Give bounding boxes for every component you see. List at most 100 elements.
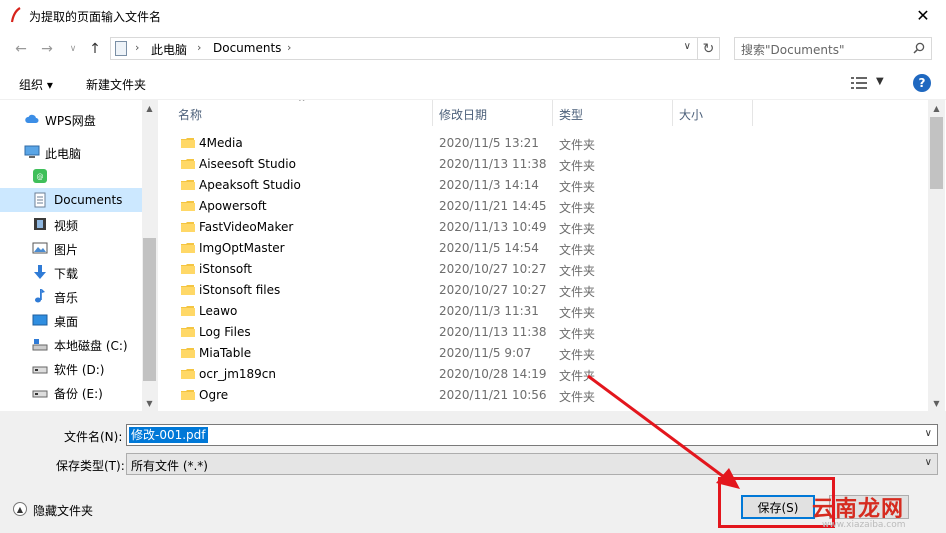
column-divider[interactable] — [672, 100, 673, 126]
table-row[interactable]: MiaTable 2020/11/5 9:07 文件夹 — [168, 343, 928, 364]
sidebar-item-documents[interactable]: Documents — [0, 188, 142, 212]
folder-icon — [181, 285, 195, 295]
sidebar-item-pictures[interactable]: 图片 — [0, 236, 142, 260]
sidebar-item-drive-e[interactable]: 备份 (E:) — [0, 380, 142, 404]
table-row[interactable]: iStonsoft files 2020/10/27 10:27 文件夹 — [168, 280, 928, 301]
breadcrumb-documents[interactable]: Documents — [213, 41, 281, 55]
close-button[interactable]: ✕ — [900, 0, 946, 31]
recent-dropdown-icon[interactable]: ∨ — [64, 40, 82, 58]
file-name: 4Media — [199, 136, 243, 150]
table-row[interactable]: 4Media 2020/11/5 13:21 文件夹 — [168, 133, 928, 154]
scrollbar-thumb[interactable] — [143, 238, 156, 381]
scroll-up-icon[interactable]: ▲ — [929, 101, 944, 116]
filename-label: 文件名(N): — [64, 430, 123, 444]
command-bar: 组织 ▾ 新建文件夹 ▼ ? — [0, 67, 946, 100]
column-divider[interactable] — [552, 100, 553, 126]
table-row[interactable]: ocr_jm189cn 2020/10/28 14:19 文件夹 — [168, 364, 928, 385]
sidebar-item-videos[interactable]: 视频 — [0, 212, 142, 236]
navigation-pane: WPS网盘 此电脑 @ Documents 视频 图片 下载 音乐 桌面 本地磁… — [0, 100, 157, 411]
view-details-icon[interactable] — [851, 77, 867, 89]
hide-folders-button[interactable]: 隐藏文件夹 — [33, 502, 93, 519]
table-row[interactable]: Aiseesoft Studio 2020/11/13 11:38 文件夹 — [168, 154, 928, 175]
sidebar-item-wps-drive[interactable]: WPS网盘 — [0, 107, 142, 131]
desktop-icon — [32, 314, 48, 326]
folder-icon — [181, 243, 195, 253]
table-row[interactable]: Apowersoft 2020/11/21 14:45 文件夹 — [168, 196, 928, 217]
sidebar-item-drive-d[interactable]: 软件 (D:) — [0, 356, 142, 380]
address-bar[interactable]: › 此电脑 › Documents › ∨ — [110, 37, 698, 60]
sidebar-item-label: 图片 — [54, 243, 79, 257]
file-name: iStonsoft — [199, 262, 252, 276]
column-header-date[interactable]: 修改日期 — [439, 100, 487, 126]
file-type: 文件夹 — [559, 306, 596, 320]
file-date: 2020/11/21 10:56 — [439, 388, 547, 402]
file-type: 文件夹 — [559, 243, 596, 257]
search-placeholder: 搜索"Documents" — [741, 43, 845, 57]
table-row[interactable]: Log Files 2020/11/13 11:38 文件夹 — [168, 322, 928, 343]
music-icon — [35, 289, 45, 303]
computer-icon — [24, 145, 40, 158]
table-row[interactable]: ImgOptMaster 2020/11/5 14:54 文件夹 — [168, 238, 928, 259]
up-arrow-icon[interactable]: ↑ — [86, 40, 104, 58]
sidebar-item-music[interactable]: 音乐 — [0, 284, 142, 308]
table-row[interactable]: FastVideoMaker 2020/11/13 10:49 文件夹 — [168, 217, 928, 238]
breadcrumb-separator: › — [287, 41, 292, 54]
sidebar-item-downloads[interactable]: 下载 — [0, 260, 142, 284]
column-header-type[interactable]: 类型 — [559, 100, 583, 126]
sidebar-item-this-pc[interactable]: 此电脑 — [0, 140, 142, 164]
scroll-up-icon[interactable]: ▲ — [142, 101, 157, 116]
filename-value[interactable]: 修改-001.pdf — [129, 427, 208, 443]
sidebar-item-wps-app[interactable]: @ — [0, 164, 142, 188]
search-input[interactable]: 搜索"Documents" — [734, 37, 932, 60]
table-row[interactable]: Leawo 2020/11/3 11:31 文件夹 — [168, 301, 928, 322]
sidebar-scrollbar[interactable]: ▲ ▼ — [142, 100, 157, 411]
column-header-name[interactable]: 名称 — [178, 100, 202, 126]
sidebar-item-label: WPS网盘 — [45, 114, 96, 128]
file-date: 2020/11/3 11:31 — [439, 304, 539, 318]
file-list-scrollbar[interactable]: ▲ ▼ — [928, 100, 945, 411]
file-name: Aiseesoft Studio — [199, 157, 296, 171]
file-date: 2020/10/27 10:27 — [439, 283, 547, 297]
view-dropdown-icon[interactable]: ▼ — [876, 76, 884, 87]
filename-input[interactable]: 修改-001.pdf ∨ — [126, 424, 938, 446]
chevron-up-icon[interactable]: ▲ — [13, 502, 27, 516]
chevron-down-icon[interactable]: ∨ — [925, 457, 932, 468]
filetype-select[interactable]: 所有文件 (*.*) ∨ — [126, 453, 938, 475]
sidebar-item-desktop[interactable]: 桌面 — [0, 308, 142, 332]
scrollbar-thumb[interactable] — [930, 117, 943, 189]
filetype-label: 保存类型(T): — [56, 459, 125, 473]
file-date: 2020/11/21 14:45 — [439, 199, 547, 213]
back-arrow-icon[interactable]: ← — [12, 40, 30, 58]
folder-icon — [181, 138, 195, 148]
file-type: 文件夹 — [559, 369, 596, 383]
forward-arrow-icon[interactable]: → — [38, 40, 56, 58]
table-row[interactable]: Ogre 2020/11/21 10:56 文件夹 — [168, 385, 928, 406]
column-divider[interactable] — [432, 100, 433, 126]
help-icon[interactable]: ? — [913, 74, 931, 92]
file-name: FastVideoMaker — [199, 220, 294, 234]
chevron-down-icon[interactable]: ∨ — [925, 428, 932, 439]
scroll-down-icon[interactable]: ▼ — [142, 396, 157, 411]
sidebar-item-drive-c[interactable]: 本地磁盘 (C:) — [0, 332, 142, 356]
breadcrumb-this-pc[interactable]: 此电脑 — [151, 41, 187, 58]
file-list: ^ 名称 修改日期 类型 大小 4Media 2020/11/5 13:21 文件夹… — [158, 100, 946, 411]
documents-icon — [34, 192, 46, 208]
folder-icon — [181, 390, 195, 400]
table-row[interactable]: Apeaksoft Studio 2020/11/3 14:14 文件夹 — [168, 175, 928, 196]
column-header-size[interactable]: 大小 — [679, 100, 703, 126]
file-name: iStonsoft files — [199, 283, 281, 297]
file-name: Log Files — [199, 325, 251, 339]
table-row[interactable]: iStonsoft 2020/10/27 10:27 文件夹 — [168, 259, 928, 280]
file-type: 文件夹 — [559, 348, 596, 362]
new-folder-button[interactable]: 新建文件夹 — [86, 76, 146, 93]
file-name: Leawo — [199, 304, 238, 318]
column-divider[interactable] — [752, 100, 753, 126]
file-date: 2020/10/28 14:19 — [439, 367, 547, 381]
chevron-down-icon[interactable]: ∨ — [684, 41, 691, 52]
organize-button[interactable]: 组织 ▾ — [19, 76, 53, 93]
wps-app-icon: @ — [33, 169, 47, 183]
refresh-icon[interactable]: ↻ — [698, 37, 720, 60]
scroll-down-icon[interactable]: ▼ — [929, 396, 944, 411]
file-type: 文件夹 — [559, 180, 596, 194]
file-name: Apeaksoft Studio — [199, 178, 301, 192]
